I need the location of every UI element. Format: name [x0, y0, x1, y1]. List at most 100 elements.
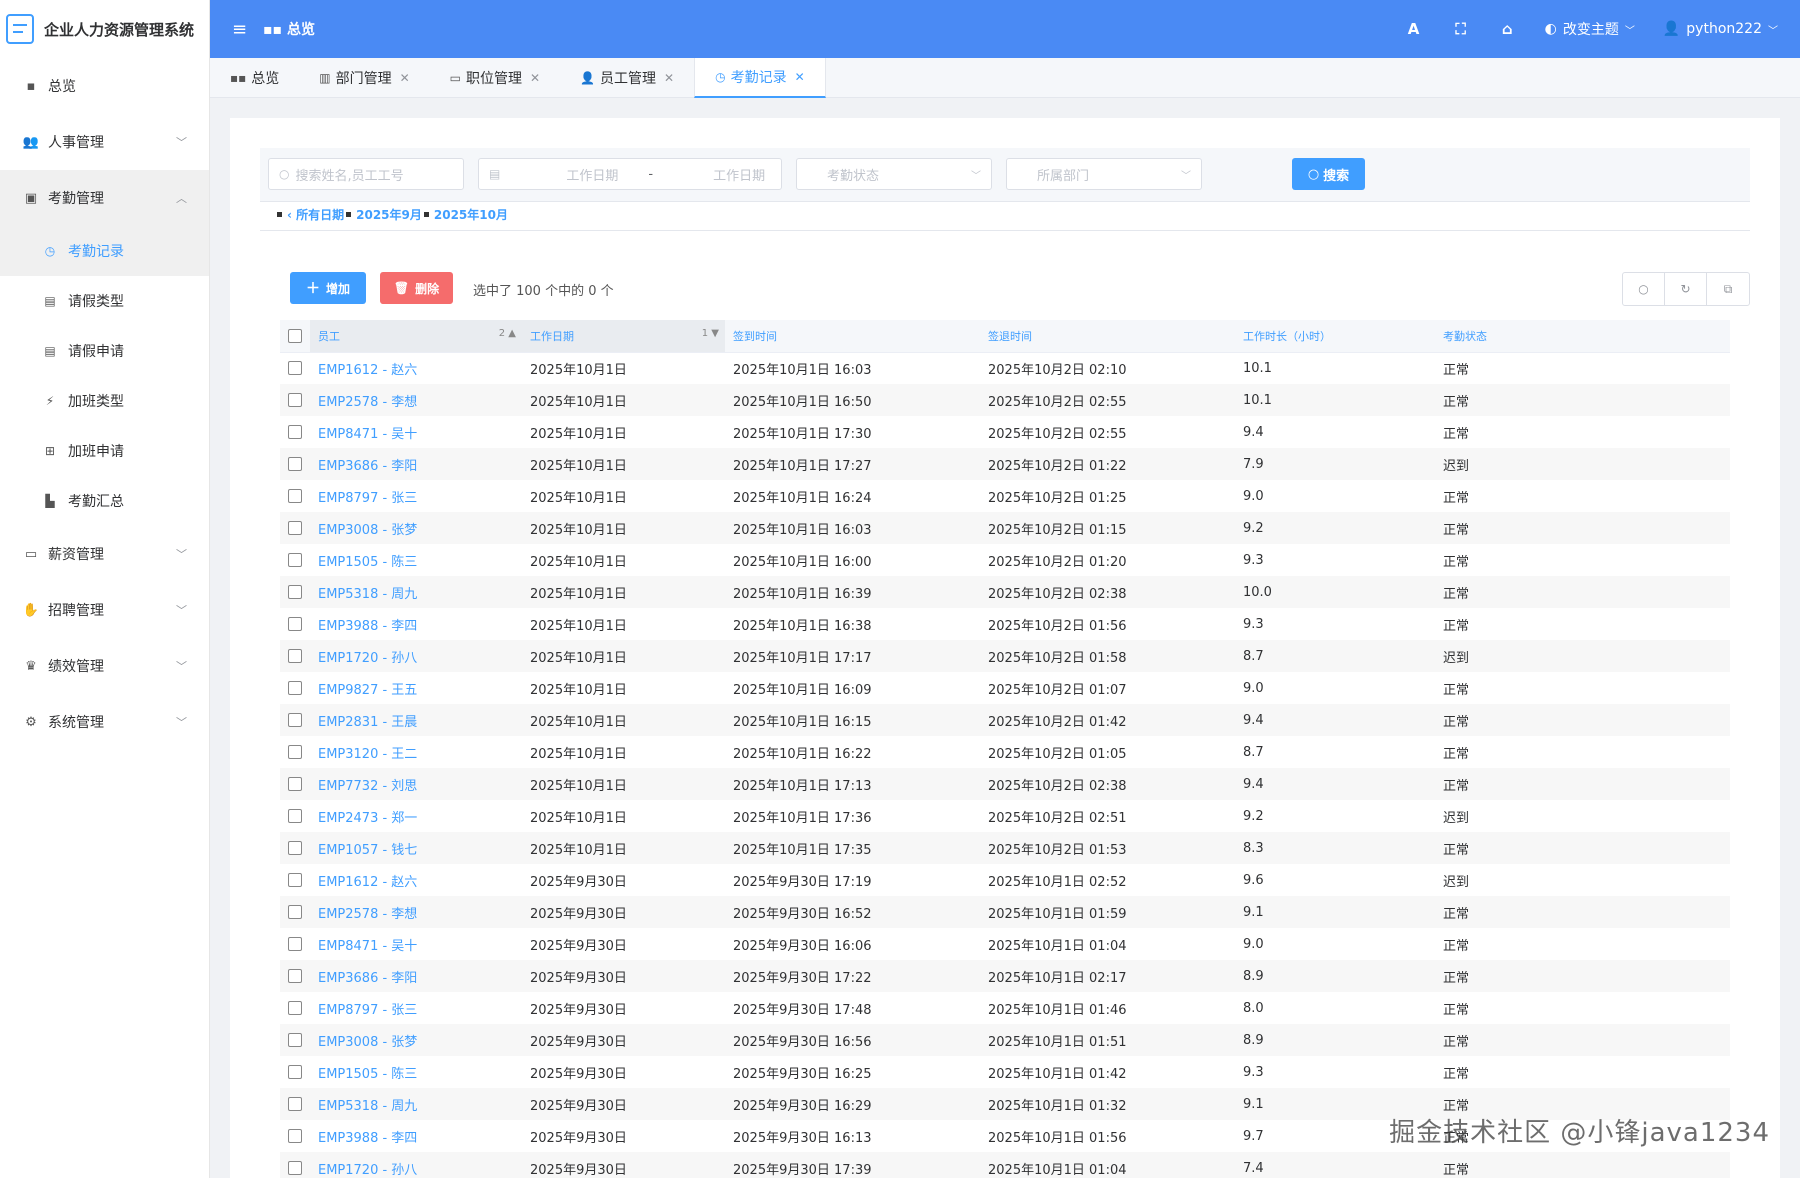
- table-row[interactable]: EMP8797 - 张三 2025年10月1日 2025年10月1日 16:24 20…: [280, 480, 1730, 512]
- table-row[interactable]: EMP5318 - 周九 2025年10月1日 2025年10月1日 16:39 20…: [280, 576, 1730, 608]
- cell-employee[interactable]: EMP1720 - 孙八: [310, 1152, 522, 1178]
- table-row[interactable]: EMP2473 - 郑一 2025年10月1日 2025年10月1日 17:36 20…: [280, 800, 1730, 832]
- sort-desc-icon[interactable]: 1 ▼: [702, 328, 719, 339]
- cell-employee[interactable]: EMP8471 - 吴十: [310, 928, 522, 960]
- sidebar-item-recruitment[interactable]: ✋ 招聘管理 ﹀: [0, 582, 209, 638]
- cell-employee[interactable]: EMP8797 - 张三: [310, 480, 522, 512]
- row-checkbox[interactable]: [288, 649, 302, 663]
- column-header-work-date[interactable]: 工作日期 1 ▼: [522, 320, 725, 353]
- cell-employee[interactable]: EMP8471 - 吴十: [310, 416, 522, 448]
- row-checkbox[interactable]: [288, 969, 302, 983]
- add-button[interactable]: ＋ 增加: [290, 272, 366, 304]
- table-row[interactable]: EMP3008 - 张梦 2025年10月1日 2025年10月1日 16:03 20…: [280, 512, 1730, 544]
- select-all-checkbox[interactable]: [288, 328, 302, 343]
- table-row[interactable]: EMP3988 - 李四 2025年10月1日 2025年10月1日 16:38 20…: [280, 608, 1730, 640]
- row-checkbox[interactable]: [288, 1001, 302, 1015]
- row-checkbox[interactable]: [288, 457, 302, 471]
- sidebar-subitem-overtime-requests[interactable]: ⊞ 加班申请: [0, 426, 209, 476]
- row-checkbox[interactable]: [288, 713, 302, 727]
- row-checkbox[interactable]: [288, 521, 302, 535]
- tab-attendance-records[interactable]: ◷ 考勤记录 ✕: [694, 58, 826, 98]
- row-checkbox[interactable]: [288, 585, 302, 599]
- table-row[interactable]: EMP2578 - 李想 2025年9月30日 2025年9月30日 16:52 20…: [280, 896, 1730, 928]
- table-row[interactable]: EMP3120 - 王二 2025年10月1日 2025年10月1日 16:22 20…: [280, 736, 1730, 768]
- table-row[interactable]: EMP9827 - 王五 2025年10月1日 2025年10月1日 16:09 20…: [280, 672, 1730, 704]
- table-row[interactable]: EMP7732 - 刘思 2025年10月1日 2025年10月1日 17:13 20…: [280, 768, 1730, 800]
- fullscreen-icon[interactable]: ⛶: [1455, 20, 1466, 38]
- row-checkbox[interactable]: [288, 841, 302, 855]
- sort-asc-icon[interactable]: 2 ▲: [499, 328, 516, 339]
- theme-button[interactable]: ◐ 改变主题 ﹀: [1545, 19, 1635, 39]
- cell-employee[interactable]: EMP1612 - 赵六: [310, 352, 522, 384]
- row-checkbox[interactable]: [288, 905, 302, 919]
- table-row[interactable]: EMP3686 - 李阳 2025年9月30日 2025年9月30日 17:22 20…: [280, 960, 1730, 992]
- row-checkbox[interactable]: [288, 425, 302, 439]
- cell-employee[interactable]: EMP3686 - 李阳: [310, 448, 522, 480]
- cell-employee[interactable]: EMP2578 - 李想: [310, 896, 522, 928]
- cell-employee[interactable]: EMP1505 - 陈三: [310, 544, 522, 576]
- cell-employee[interactable]: EMP2473 - 郑一: [310, 800, 522, 832]
- cell-employee[interactable]: EMP3120 - 王二: [310, 736, 522, 768]
- refresh-icon[interactable]: ↻: [1665, 273, 1707, 305]
- close-icon[interactable]: ✕: [664, 71, 674, 85]
- table-row[interactable]: EMP8471 - 吴十 2025年10月1日 2025年10月1日 17:30 20…: [280, 416, 1730, 448]
- table-row[interactable]: EMP1720 - 孙八 2025年9月30日 2025年9月30日 17:39 20…: [280, 1152, 1730, 1178]
- date-filter-sep-2025[interactable]: 2025年9月: [356, 206, 422, 223]
- sidebar-item-system[interactable]: ⚙ 系统管理 ﹀: [0, 694, 209, 750]
- menu-toggle-icon[interactable]: ≡: [232, 19, 247, 40]
- table-row[interactable]: EMP8797 - 张三 2025年9月30日 2025年9月30日 17:48 20…: [280, 992, 1730, 1024]
- row-checkbox[interactable]: [288, 809, 302, 823]
- row-checkbox[interactable]: [288, 489, 302, 503]
- cell-employee[interactable]: EMP3686 - 李阳: [310, 960, 522, 992]
- cell-employee[interactable]: EMP5318 - 周九: [310, 1088, 522, 1120]
- date-filter-all[interactable]: ‹ 所有日期: [287, 206, 344, 223]
- table-row[interactable]: EMP3008 - 张梦 2025年9月30日 2025年9月30日 16:56 20…: [280, 1024, 1730, 1056]
- tab-employees[interactable]: 👤 员工管理 ✕: [560, 58, 694, 98]
- cell-employee[interactable]: EMP1720 - 孙八: [310, 640, 522, 672]
- row-checkbox[interactable]: [288, 393, 302, 407]
- row-checkbox[interactable]: [288, 937, 302, 951]
- tab-positions[interactable]: ▭ 职位管理 ✕: [430, 58, 560, 98]
- sidebar-item-attendance[interactable]: ▣ 考勤管理 ︿: [0, 170, 209, 226]
- sidebar-item-personnel[interactable]: 👥 人事管理 ﹀: [0, 114, 209, 170]
- sidebar-subitem-overtime-types[interactable]: ⚡ 加班类型: [0, 376, 209, 426]
- row-checkbox[interactable]: [288, 1161, 302, 1175]
- department-select[interactable]: 所属部门 ﹀: [1006, 158, 1202, 190]
- search-input[interactable]: ○ 搜索姓名,员工工号: [268, 158, 464, 190]
- column-header-sign-in[interactable]: 签到时间: [725, 320, 980, 353]
- row-checkbox[interactable]: [288, 777, 302, 791]
- cell-employee[interactable]: EMP1612 - 赵六: [310, 864, 522, 896]
- row-checkbox[interactable]: [288, 553, 302, 567]
- column-header-employee[interactable]: 员工 2 ▲: [310, 320, 522, 353]
- cell-employee[interactable]: EMP8797 - 张三: [310, 992, 522, 1024]
- sidebar-subitem-attendance-records[interactable]: ◷ 考勤记录: [0, 226, 209, 276]
- cell-employee[interactable]: EMP3988 - 李四: [310, 1120, 522, 1152]
- table-row[interactable]: EMP3686 - 李阳 2025年10月1日 2025年10月1日 17:27 20…: [280, 448, 1730, 480]
- cell-employee[interactable]: EMP3008 - 张梦: [310, 512, 522, 544]
- close-icon[interactable]: ✕: [530, 71, 540, 85]
- table-row[interactable]: EMP1612 - 赵六 2025年10月1日 2025年10月1日 16:03 20…: [280, 352, 1730, 384]
- user-menu-button[interactable]: 👤 python222 ﹀: [1663, 21, 1778, 37]
- cell-employee[interactable]: EMP7732 - 刘思: [310, 768, 522, 800]
- date-filter-oct-2025[interactable]: 2025年10月: [434, 206, 508, 223]
- cell-employee[interactable]: EMP1505 - 陈三: [310, 1056, 522, 1088]
- sidebar-subitem-attendance-summary[interactable]: ▙ 考勤汇总: [0, 476, 209, 526]
- cell-employee[interactable]: EMP3988 - 李四: [310, 608, 522, 640]
- row-checkbox[interactable]: [288, 1129, 302, 1143]
- cell-employee[interactable]: EMP5318 - 周九: [310, 576, 522, 608]
- cell-employee[interactable]: EMP2831 - 王晨: [310, 704, 522, 736]
- cell-employee[interactable]: EMP2578 - 李想: [310, 384, 522, 416]
- table-row[interactable]: EMP2831 - 王晨 2025年10月1日 2025年10月1日 16:15 20…: [280, 704, 1730, 736]
- sidebar-item-performance[interactable]: ♛ 绩效管理 ﹀: [0, 638, 209, 694]
- table-row[interactable]: EMP1612 - 赵六 2025年9月30日 2025年9月30日 17:19 20…: [280, 864, 1730, 896]
- sidebar-item-salary[interactable]: ▭ 薪资管理 ﹀: [0, 526, 209, 582]
- column-header-status[interactable]: 考勤状态: [1435, 320, 1730, 353]
- tab-overview[interactable]: ▪▪ 总览: [210, 58, 299, 98]
- column-header-hours[interactable]: 工作时长（小时）: [1235, 320, 1435, 353]
- row-checkbox[interactable]: [288, 617, 302, 631]
- row-checkbox[interactable]: [288, 1065, 302, 1079]
- row-checkbox[interactable]: [288, 1097, 302, 1111]
- cell-employee[interactable]: EMP9827 - 王五: [310, 672, 522, 704]
- table-row[interactable]: EMP2578 - 李想 2025年10月1日 2025年10月1日 16:50 20…: [280, 384, 1730, 416]
- row-checkbox[interactable]: [288, 681, 302, 695]
